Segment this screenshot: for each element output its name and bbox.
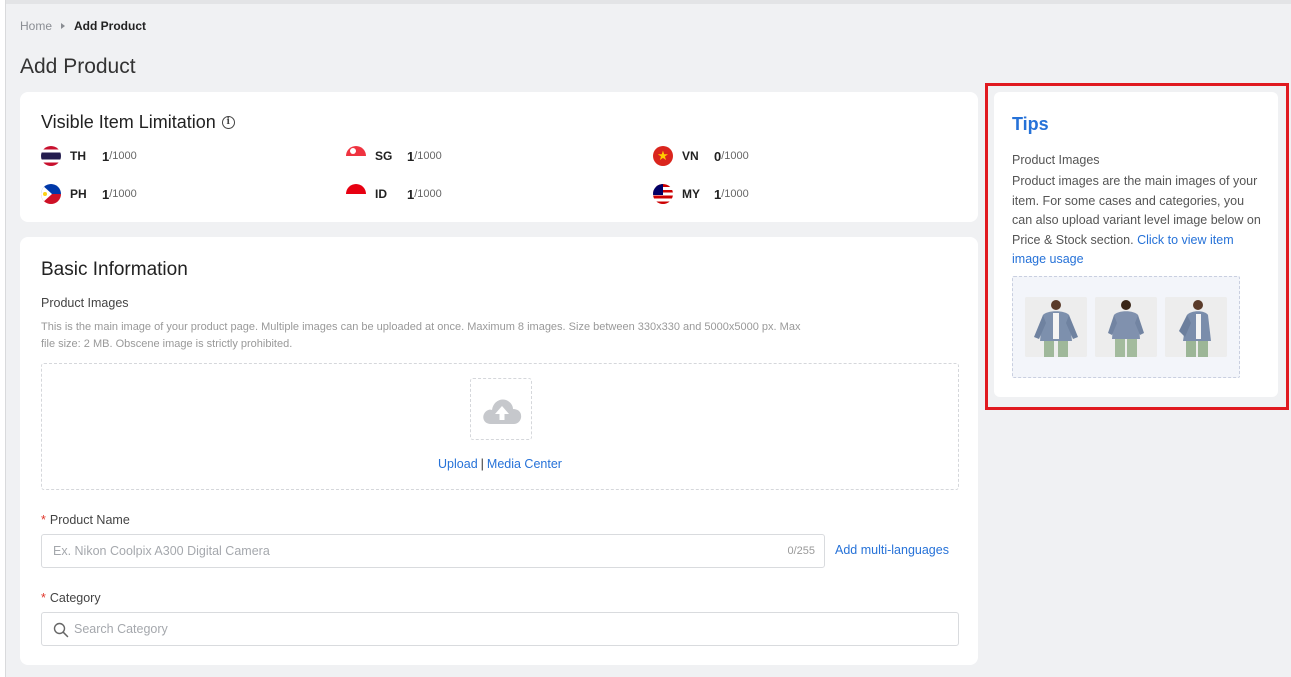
country-limit-id: ID 1 /1000 [346,184,442,204]
category-label: * Category [41,591,101,605]
vietnam-flag-icon [653,146,673,166]
limitation-title: Visible Item Limitation i [41,112,235,133]
item-count: 1 [407,186,415,202]
country-code: SG [375,149,393,163]
item-count: 0 [714,148,722,164]
tips-highlight-box [985,83,1289,410]
basic-information-card: Basic Information Product Images This is… [20,237,978,665]
item-max: /1000 [414,188,442,200]
country-limit-ph: PH 1 /1000 [41,184,137,204]
character-counter: 0/255 [787,545,815,557]
visible-item-limitation-card: Visible Item Limitation i TH 1 /1000 SG … [20,92,978,222]
country-code: MY [682,187,700,201]
required-mark: * [41,591,46,605]
product-name-label-text: Product Name [49,513,130,527]
indonesia-flag-icon [346,184,366,204]
cloud-upload-icon [483,399,522,424]
item-count: 1 [407,148,415,164]
media-center-link[interactable]: Media Center [487,457,562,471]
country-code: VN [682,149,699,163]
upload-image-button[interactable] [470,378,532,440]
country-limit-sg: SG 1 /1000 [346,146,442,166]
upload-link[interactable]: Upload [438,457,478,471]
product-name-placeholder: Ex. Nikon Coolpix A300 Digital Camera [53,544,270,558]
country-code: PH [70,187,87,201]
country-code: ID [375,187,387,201]
info-icon[interactable]: i [221,116,235,129]
malaysia-flag-icon [653,184,673,204]
link-separator: | [480,457,484,471]
add-multi-languages-link[interactable]: Add multi-languages [835,543,949,557]
item-max: /1000 [109,150,137,162]
product-name-label: * Product Name [41,513,130,527]
singapore-flag-icon [346,146,366,166]
item-count: 1 [102,186,110,202]
product-images-label: Product Images [41,296,129,310]
section-title: Basic Information [41,259,188,280]
upload-links: Upload | Media Center [42,457,958,471]
item-count: 1 [714,186,722,202]
page-title: Add Product [20,55,136,78]
product-name-input[interactable]: Ex. Nikon Coolpix A300 Digital Camera 0/… [41,534,825,568]
item-max: /1000 [721,150,749,162]
breadcrumb-separator-icon [61,23,66,29]
breadcrumb-home-link[interactable]: Home [20,19,52,33]
item-max: /1000 [721,188,749,200]
category-search-input[interactable]: Search Category [41,612,959,646]
item-max: /1000 [109,188,137,200]
product-images-hint: This is the main image of your product p… [41,321,801,350]
country-code: TH [70,149,86,163]
country-limit-th: TH 1 /1000 [41,146,137,166]
country-limit-vn: VN 0 /1000 [653,146,749,166]
category-placeholder: Search Category [74,622,168,636]
breadcrumb: Home Add Product [20,19,146,33]
philippines-flag-icon [41,184,61,204]
thailand-flag-icon [41,146,61,166]
country-limit-my: MY 1 /1000 [653,184,749,204]
category-label-text: Category [49,591,101,605]
breadcrumb-current: Add Product [74,19,147,33]
window-top-edge [0,0,1291,4]
search-icon [53,622,69,638]
image-upload-area[interactable]: Upload | Media Center [41,363,959,490]
limitation-title-text: Visible Item Limitation [41,112,216,132]
item-count: 1 [102,148,110,164]
item-max: /1000 [414,150,442,162]
required-mark: * [41,513,46,527]
left-navigation-edge [0,0,6,677]
